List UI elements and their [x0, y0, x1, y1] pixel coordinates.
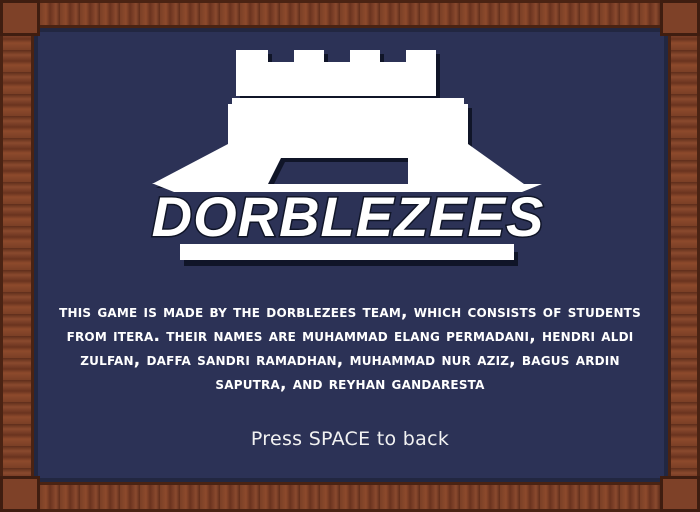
- logo-title: DORBLEZEES: [152, 185, 545, 248]
- credits-text: This game is made by the Dorblezees team…: [59, 302, 641, 394]
- frame-corner-bottom-right: [660, 476, 700, 512]
- press-space-hint: Press SPACE to back: [250, 428, 450, 450]
- game-logo: DORBLEZEES: [150, 50, 545, 266]
- frame-corner-bottom-left: [0, 476, 40, 512]
- frame-corner-top-left: [0, 0, 40, 36]
- about-screen: DORBLEZEES This game is made by the Dorb…: [0, 0, 700, 512]
- frame-corner-top-right: [660, 0, 700, 36]
- wood-frame-top: [0, 0, 700, 28]
- wood-frame-bottom: [0, 482, 700, 512]
